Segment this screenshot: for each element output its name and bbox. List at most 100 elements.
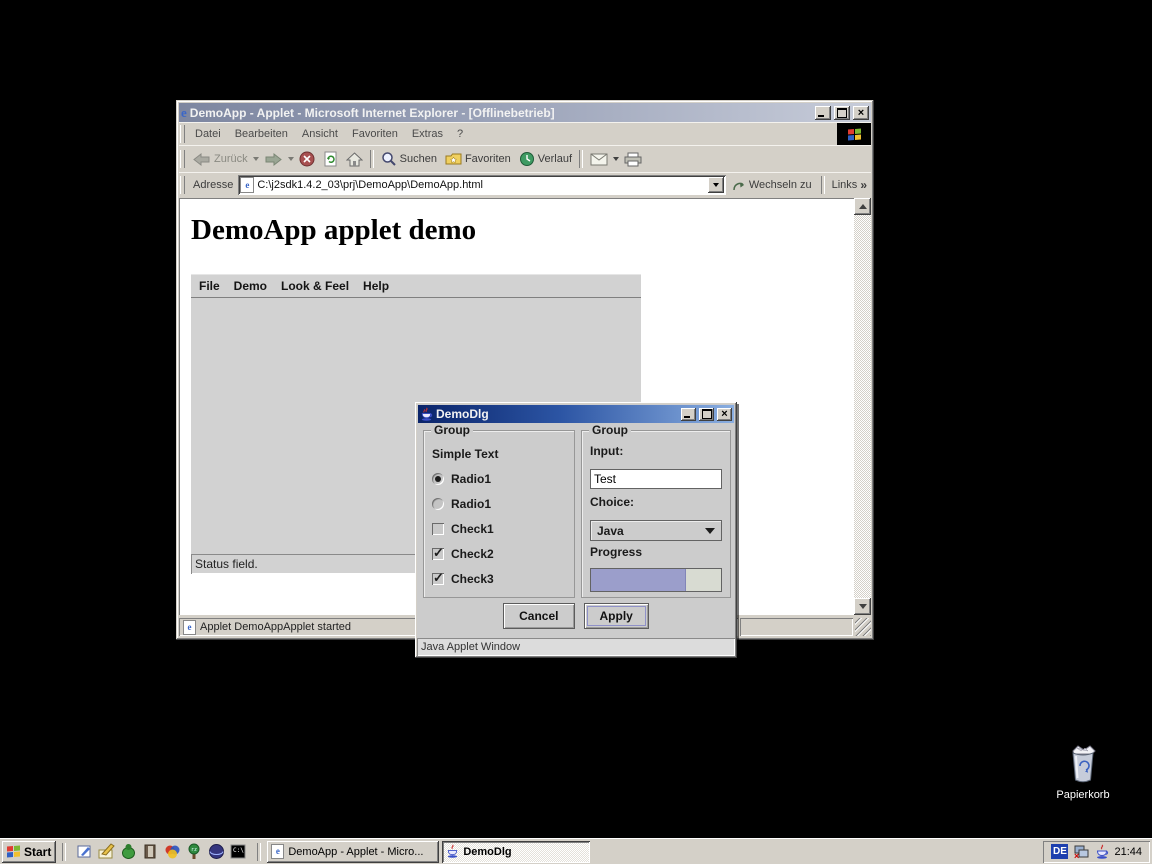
resize-grip[interactable]: [855, 618, 871, 636]
java-icon[interactable]: [1095, 844, 1109, 860]
menu-datei[interactable]: Datei: [188, 128, 228, 140]
radio-unselected-icon[interactable]: [432, 498, 444, 510]
links-chevron-icon[interactable]: »: [860, 178, 867, 192]
rebar-grip[interactable]: [180, 125, 185, 143]
internet-explorer-icon: e: [271, 844, 284, 859]
back-button[interactable]: Zurück: [188, 151, 252, 168]
media-app-icon[interactable]: [164, 843, 181, 860]
network-offline-icon[interactable]: ×: [1073, 844, 1090, 860]
svg-text:C:\: C:\: [233, 847, 244, 854]
menu-bearbeiten[interactable]: Bearbeiten: [228, 128, 295, 140]
group-title: Group: [589, 423, 631, 437]
network-tool-icon[interactable]: rz: [186, 843, 203, 860]
demodlg-title: DemoDlg: [436, 407, 678, 421]
browser-title: DemoApp - Applet - Microsoft Internet Ex…: [190, 106, 812, 120]
choice-combobox[interactable]: Java: [590, 520, 722, 541]
bug-tool-icon[interactable]: [120, 843, 137, 860]
browser-menubar: Datei Bearbeiten Ansicht Favoriten Extra…: [179, 122, 871, 145]
forward-dropdown-icon[interactable]: [288, 157, 294, 161]
minimize-button[interactable]: [815, 106, 831, 120]
checkbox-option[interactable]: Check2: [432, 547, 574, 561]
rebar-grip[interactable]: [180, 150, 185, 168]
checkbox-unchecked-icon[interactable]: [432, 523, 444, 535]
recycle-bin-label[interactable]: Papierkorb: [1051, 789, 1115, 801]
applet-menu-file[interactable]: File: [192, 279, 227, 293]
java-applet-window-banner: Java Applet Window: [417, 638, 735, 656]
group-box-left: Group Simple Text Radio1 Radio1 Check1: [423, 430, 575, 598]
menu-extras[interactable]: Extras: [405, 128, 450, 140]
choice-label: Choice:: [590, 495, 634, 509]
address-dropdown-button[interactable]: [708, 177, 724, 193]
refresh-button[interactable]: [319, 150, 342, 168]
menu-ansicht[interactable]: Ansicht: [295, 128, 345, 140]
address-book-icon[interactable]: [142, 843, 159, 860]
search-button[interactable]: Suchen: [377, 150, 441, 168]
globe-app-icon[interactable]: [208, 843, 225, 860]
page-icon: e: [240, 177, 254, 193]
stop-button[interactable]: [295, 150, 319, 168]
cancel-button[interactable]: Cancel: [503, 603, 574, 629]
task-button-demodlg[interactable]: DemoDlg: [442, 841, 590, 863]
home-icon: [346, 152, 363, 167]
links-bar[interactable]: Links »: [828, 178, 871, 192]
scroll-down-button[interactable]: [854, 598, 871, 615]
demodlg-titlebar[interactable]: DemoDlg ×: [418, 405, 734, 423]
start-button[interactable]: Start: [2, 841, 56, 863]
radio-selected-icon[interactable]: [432, 473, 444, 485]
radio-option[interactable]: Radio1: [432, 472, 574, 486]
mail-button[interactable]: [586, 152, 612, 167]
windows-flag-icon: [7, 846, 20, 858]
dialog-minimize-button[interactable]: [681, 408, 696, 421]
task-button-demoapp[interactable]: e DemoApp - Applet - Micro...: [267, 841, 439, 863]
checkbox-option[interactable]: Check3: [432, 572, 574, 586]
checkbox-option[interactable]: Check1: [432, 522, 574, 536]
demodlg-window: DemoDlg × Group Simple Text Radio1 Radio…: [415, 402, 737, 658]
group-box-right: Group Input: Choice: Java Progress: [581, 430, 731, 598]
address-field[interactable]: e: [238, 175, 725, 195]
home-button[interactable]: [342, 151, 367, 168]
internet-explorer-icon: e: [181, 106, 187, 119]
page-icon: e: [183, 620, 196, 635]
forward-button[interactable]: [260, 151, 287, 168]
print-button[interactable]: [620, 151, 646, 168]
checkbox-checked-icon[interactable]: [432, 573, 444, 585]
go-arrow-icon: [732, 179, 746, 192]
quick-launch-bar: rz C:\: [72, 843, 251, 860]
go-button[interactable]: Wechseln zu: [726, 179, 818, 192]
dialog-close-button[interactable]: ×: [717, 408, 732, 421]
browser-titlebar[interactable]: e DemoApp - Applet - Microsoft Internet …: [179, 103, 871, 122]
checkbox-checked-icon[interactable]: [432, 548, 444, 560]
close-button[interactable]: ×: [853, 106, 869, 120]
menu-hilfe[interactable]: ?: [450, 128, 470, 140]
command-prompt-icon[interactable]: C:\: [230, 843, 247, 860]
show-desktop-icon[interactable]: [76, 843, 93, 860]
input-field[interactable]: [590, 469, 722, 489]
apply-button[interactable]: Apply: [584, 603, 649, 629]
back-dropdown-icon[interactable]: [253, 157, 259, 161]
applet-menu-help[interactable]: Help: [356, 279, 396, 293]
dialog-maximize-button[interactable]: [699, 408, 714, 421]
maximize-button[interactable]: [834, 106, 850, 120]
recycle-bin[interactable]: Papierkorb: [1051, 744, 1115, 801]
address-input[interactable]: [257, 179, 704, 191]
dialog-button-row: Cancel Apply: [417, 603, 735, 629]
language-indicator[interactable]: DE: [1051, 844, 1068, 859]
clock[interactable]: 21:44: [1114, 846, 1142, 858]
progress-fill: [591, 569, 686, 591]
rebar-grip[interactable]: [180, 176, 185, 194]
compose-mail-icon[interactable]: [98, 843, 115, 860]
recycle-bin-icon[interactable]: [1064, 744, 1102, 784]
favorites-button[interactable]: Favoriten: [441, 151, 515, 167]
history-button[interactable]: Verlauf: [515, 150, 576, 168]
scroll-up-button[interactable]: [854, 198, 871, 215]
radio-option[interactable]: Radio1: [432, 497, 574, 511]
mail-dropdown-icon[interactable]: [613, 157, 619, 161]
status-text: Applet DemoAppApplet started: [200, 621, 351, 633]
progress-bar: [590, 568, 722, 592]
java-icon: [446, 844, 459, 859]
vertical-scrollbar[interactable]: [854, 198, 871, 615]
applet-menu-lookfeel[interactable]: Look & Feel: [274, 279, 356, 293]
svg-text:rz: rz: [191, 847, 197, 853]
applet-menu-demo[interactable]: Demo: [227, 279, 274, 293]
menu-favoriten[interactable]: Favoriten: [345, 128, 405, 140]
